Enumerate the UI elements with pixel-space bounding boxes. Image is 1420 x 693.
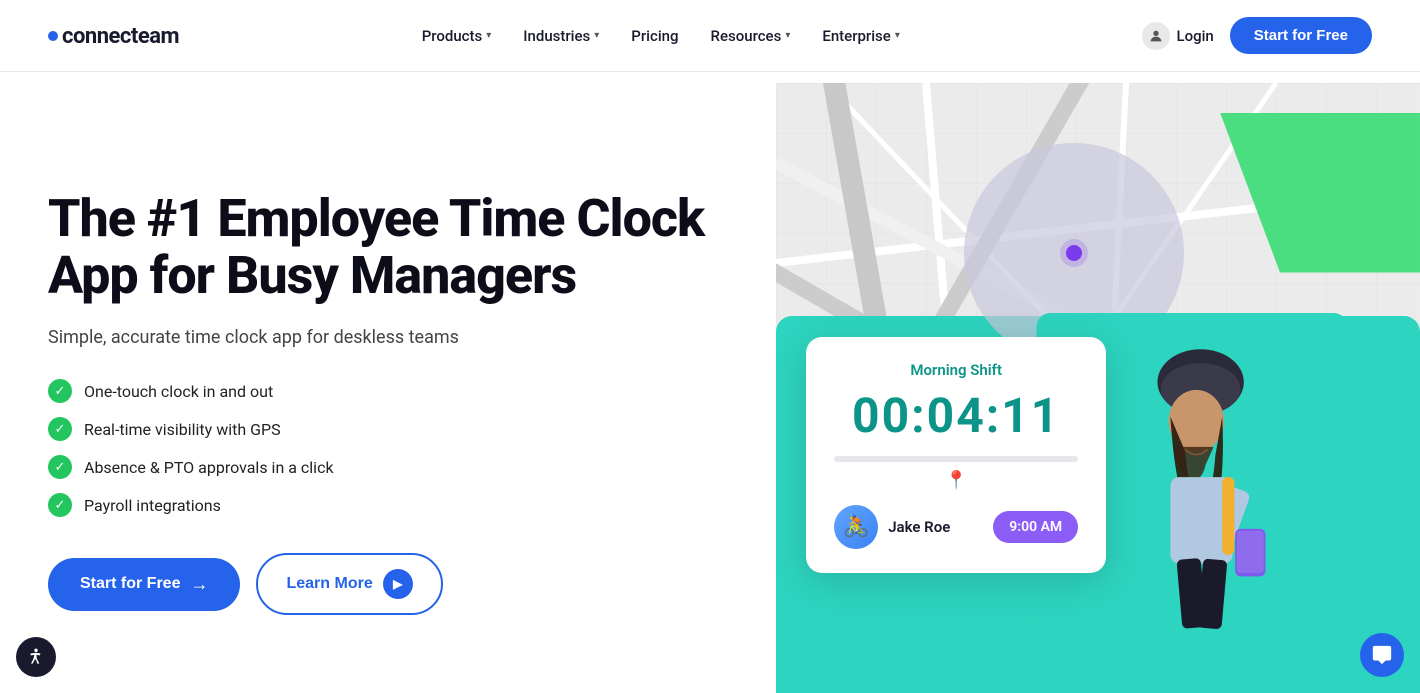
nav-item-enterprise[interactable]: Enterprise ▾ [808, 19, 914, 53]
play-icon: ▶ [383, 569, 413, 599]
clock-card: Morning Shift 00:04:11 📍 Jake Roe 9:00 A… [806, 337, 1106, 573]
user-name: Jake Roe [888, 518, 950, 536]
chat-button[interactable] [1360, 633, 1404, 677]
check-icon-2: ✓ [48, 417, 72, 441]
learn-more-button[interactable]: Learn More ▶ [256, 553, 442, 615]
arrow-right-icon: → [190, 574, 208, 595]
nav-item-industries[interactable]: Industries ▾ [509, 19, 613, 53]
navigation: connecteam Products ▾ Industries ▾ Prici… [0, 0, 1420, 72]
hero-subtitle: Simple, accurate time clock app for desk… [48, 324, 736, 351]
hero-section: The #1 Employee Time Clock App for Busy … [0, 72, 1420, 693]
chevron-down-icon: ▾ [785, 30, 790, 41]
chevron-down-icon: ▾ [594, 30, 599, 41]
user-icon [1142, 22, 1170, 50]
feature-item-3: ✓ Absence & PTO approvals in a click [48, 455, 736, 479]
hero-title: The #1 Employee Time Clock App for Busy … [48, 190, 736, 304]
location-pin-icon: 📍 [834, 470, 1078, 491]
location-dot [1066, 245, 1082, 261]
nav-item-products[interactable]: Products ▾ [408, 19, 506, 53]
nav-right: Login Start for Free [1142, 17, 1372, 54]
nav-item-pricing[interactable]: Pricing [617, 19, 692, 53]
feature-item-4: ✓ Payroll integrations [48, 493, 736, 517]
chevron-down-icon: ▾ [895, 30, 900, 41]
user-row: Jake Roe 9:00 AM [834, 505, 1078, 549]
user-avatar [834, 505, 878, 549]
user-time-badge: 9:00 AM [993, 511, 1078, 543]
logo-text: connecteam [48, 22, 179, 49]
clock-bar [834, 456, 1078, 462]
check-icon-1: ✓ [48, 379, 72, 403]
start-for-free-hero-button[interactable]: Start for Free → [48, 558, 240, 611]
start-for-free-nav-button[interactable]: Start for Free [1230, 17, 1372, 54]
login-button[interactable]: Login [1142, 22, 1213, 50]
clock-bar-fill [834, 456, 944, 462]
check-icon-4: ✓ [48, 493, 72, 517]
shift-label: Morning Shift [834, 361, 1078, 379]
chevron-down-icon: ▾ [486, 30, 491, 41]
feature-item-2: ✓ Real-time visibility with GPS [48, 417, 736, 441]
hero-left: The #1 Employee Time Clock App for Busy … [48, 190, 776, 615]
nav-item-resources[interactable]: Resources ▾ [697, 19, 805, 53]
check-icon-3: ✓ [48, 455, 72, 479]
hero-ctas: Start for Free → Learn More ▶ [48, 553, 736, 615]
hero-right: Morning Shift 00:04:11 📍 Jake Roe 9:00 A… [776, 113, 1372, 693]
logo[interactable]: connecteam [48, 22, 179, 49]
feature-item-1: ✓ One-touch clock in and out [48, 379, 736, 403]
nav-links: Products ▾ Industries ▾ Pricing Resource… [408, 19, 914, 53]
features-list: ✓ One-touch clock in and out ✓ Real-time… [48, 379, 736, 517]
clock-time: 00:04:11 [834, 387, 1078, 444]
accessibility-button[interactable] [16, 637, 56, 677]
